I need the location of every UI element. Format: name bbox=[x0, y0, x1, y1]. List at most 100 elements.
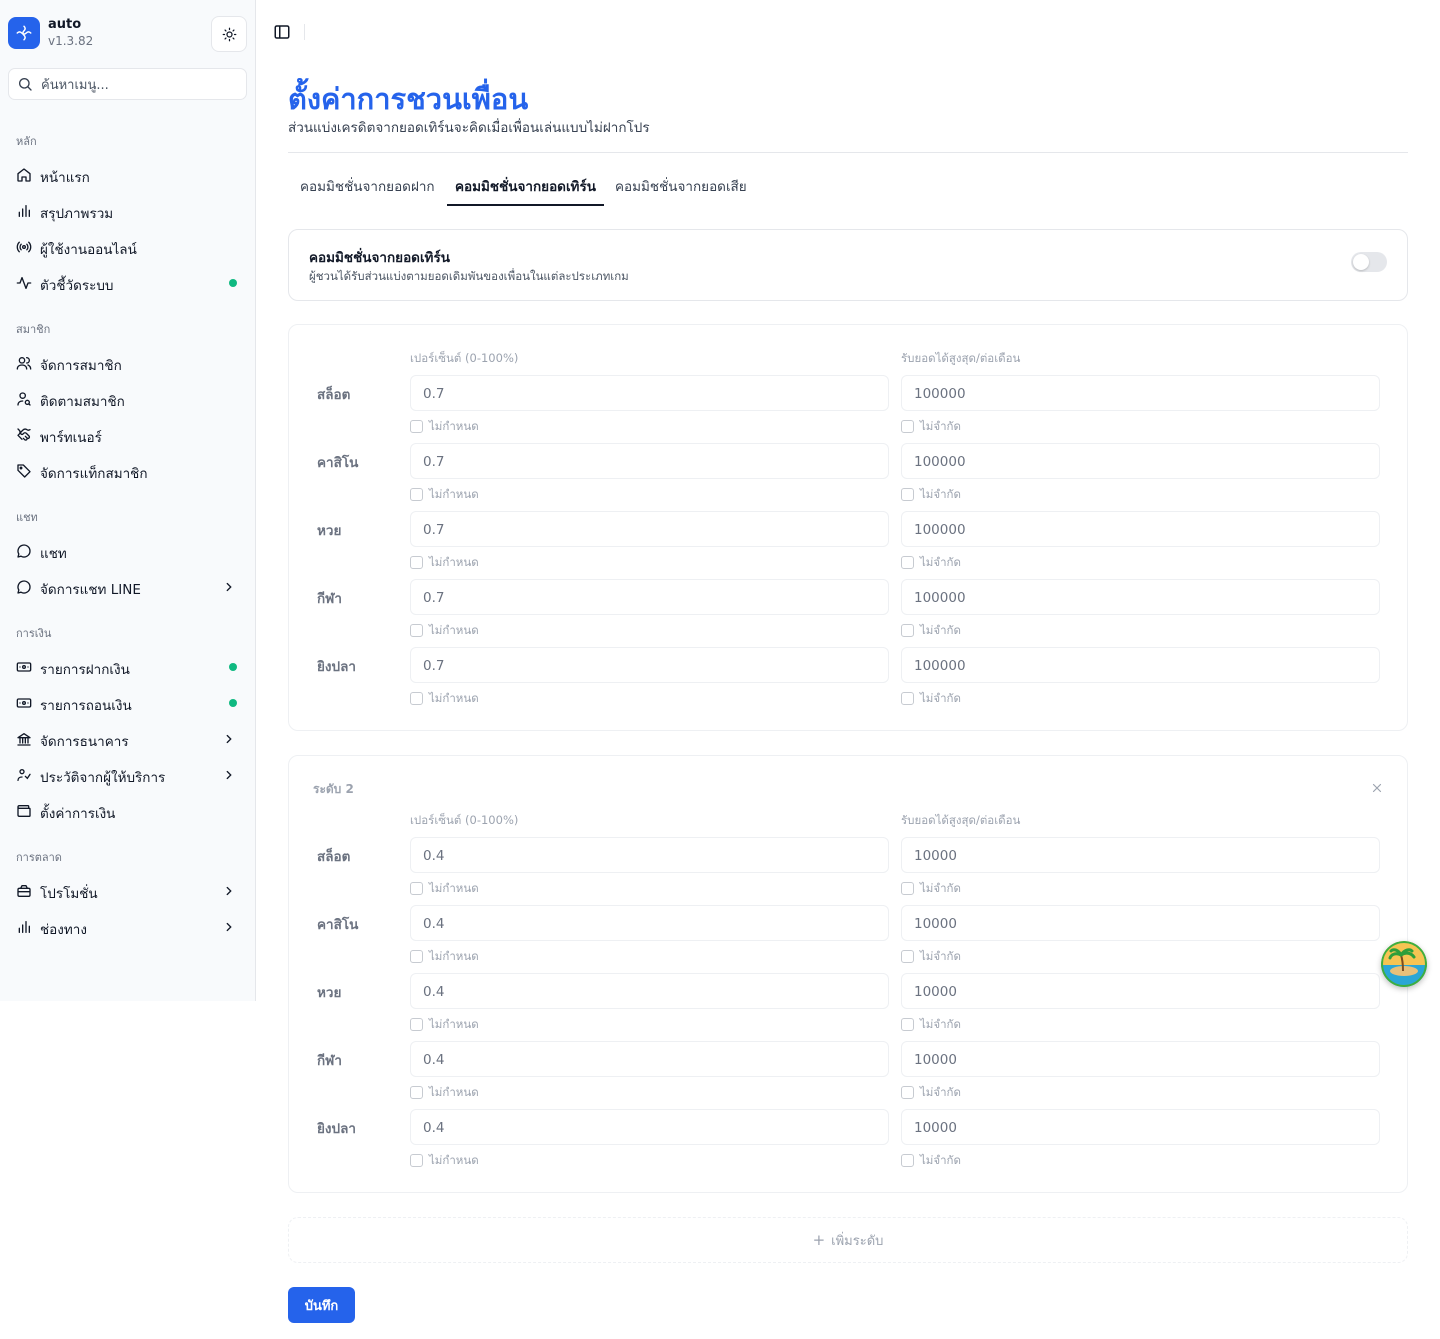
unlimited-label: ไม่จำกัด bbox=[920, 1085, 961, 1099]
game-label-sports: กีฬา bbox=[317, 1053, 342, 1069]
unlimited-checkbox[interactable] bbox=[901, 950, 914, 963]
unset-percent-checkbox[interactable] bbox=[410, 488, 423, 501]
percent-input[interactable] bbox=[423, 452, 863, 472]
percent-input[interactable] bbox=[423, 982, 863, 1002]
sidebar-item-channels[interactable]: ช่องทาง bbox=[8, 911, 248, 943]
max-field bbox=[901, 647, 1380, 683]
menu-search bbox=[8, 68, 247, 100]
unlimited-checkbox[interactable] bbox=[901, 488, 914, 501]
max-input[interactable] bbox=[914, 1118, 1354, 1138]
sun-icon bbox=[222, 27, 236, 41]
sidebar-item-label: หน้าแรก bbox=[40, 170, 90, 186]
max-field bbox=[901, 1041, 1380, 1077]
commission-enable-switch[interactable] bbox=[1351, 252, 1387, 272]
add-level-button[interactable]: + เพิ่มระดับ bbox=[288, 1217, 1408, 1263]
sidebar-item-promotions[interactable]: โปรโมชั่น bbox=[8, 875, 248, 907]
max-input[interactable] bbox=[914, 1050, 1354, 1070]
game-label-sports: กีฬา bbox=[317, 591, 342, 607]
sidebar-item-home[interactable]: หน้าแรก bbox=[8, 159, 248, 191]
max-input[interactable] bbox=[914, 846, 1354, 866]
tab-deposit-commission[interactable]: คอมมิชชั่นจากยอดฝาก bbox=[292, 176, 443, 206]
max-input[interactable] bbox=[914, 588, 1354, 608]
toggle-card-title: คอมมิชชั่นจากยอดเทิร์น bbox=[309, 250, 450, 266]
percent-field bbox=[410, 579, 889, 615]
activity-icon bbox=[16, 277, 32, 289]
unlimited-checkbox[interactable] bbox=[901, 1086, 914, 1099]
max-input[interactable] bbox=[914, 914, 1354, 934]
unset-percent-checkbox[interactable] bbox=[410, 1018, 423, 1031]
max-input[interactable] bbox=[914, 384, 1354, 404]
sidebar-item-overview[interactable]: สรุปภาพรวม bbox=[8, 195, 248, 227]
topbar-divider bbox=[304, 24, 305, 40]
percent-input[interactable] bbox=[423, 914, 863, 934]
percent-input[interactable] bbox=[423, 656, 863, 676]
chat-icon bbox=[17, 544, 31, 558]
game-label-casino: คาสิโน bbox=[317, 917, 359, 933]
sidebar-item-withdrawals[interactable]: รายการถอนเงิน bbox=[8, 687, 248, 719]
sidebar-item-label: ติดตามสมาชิก bbox=[40, 394, 125, 410]
unlimited-checkbox[interactable] bbox=[901, 420, 914, 433]
unset-percent-label: ไม่กำหนด bbox=[429, 691, 479, 705]
sidebar-item-deposits[interactable]: รายการฝากเงิน bbox=[8, 651, 248, 683]
unlimited-checkbox[interactable] bbox=[901, 692, 914, 705]
percent-input[interactable] bbox=[423, 384, 863, 404]
sidebar-item-track-members[interactable]: ติดตามสมาชิก bbox=[8, 383, 248, 415]
tab-loss-commission[interactable]: คอมมิชชั่นจากยอดเสีย bbox=[607, 176, 755, 206]
sidebar-item-manage-members[interactable]: จัดการสมาชิก bbox=[8, 347, 248, 379]
unset-percent-checkbox[interactable] bbox=[410, 624, 423, 637]
sidebar-item-partner[interactable]: พาร์ทเนอร์ bbox=[8, 419, 248, 451]
percent-input[interactable] bbox=[423, 1050, 863, 1070]
tab-turnover-commission[interactable]: คอมมิชชั่นจากยอดเทิร์น bbox=[447, 176, 604, 206]
sidebar-item-system-metrics[interactable]: ตัวชี้วัดระบบ bbox=[8, 267, 248, 299]
sidebar-item-provider-history[interactable]: ประวัติจากผู้ให้บริการ bbox=[8, 759, 248, 791]
percent-column-label: เปอร์เซ็นต์ (0-100%) bbox=[410, 351, 519, 365]
percent-input[interactable] bbox=[423, 588, 863, 608]
unlimited-checkbox[interactable] bbox=[901, 882, 914, 895]
floating-chat-badge[interactable] bbox=[1381, 941, 1427, 987]
save-button[interactable]: บันทึก bbox=[288, 1287, 355, 1323]
sidebar-item-finance-settings[interactable]: ตั้งค่าการเงิน bbox=[8, 795, 248, 827]
sidebar-item-label: รายการถอนเงิน bbox=[40, 698, 132, 714]
unset-percent-checkbox[interactable] bbox=[410, 882, 423, 895]
percent-input[interactable] bbox=[423, 1118, 863, 1138]
max-input[interactable] bbox=[914, 982, 1354, 1002]
unlimited-checkbox[interactable] bbox=[901, 624, 914, 637]
unlimited-checkbox[interactable] bbox=[901, 556, 914, 569]
chevron-right-icon bbox=[226, 582, 232, 592]
remove-level-button[interactable] bbox=[1369, 780, 1385, 796]
unset-percent-checkbox[interactable] bbox=[410, 556, 423, 569]
unset-percent-checkbox[interactable] bbox=[410, 1154, 423, 1167]
sidebar-item-banks[interactable]: จัดการธนาคาร bbox=[8, 723, 248, 755]
max-input[interactable] bbox=[914, 452, 1354, 472]
unset-percent-checkbox[interactable] bbox=[410, 420, 423, 433]
percent-input[interactable] bbox=[423, 846, 863, 866]
unlimited-checkbox[interactable] bbox=[901, 1018, 914, 1031]
percent-field bbox=[410, 375, 889, 411]
unset-percent-label: ไม่กำหนด bbox=[429, 1017, 479, 1031]
sidebar-item-member-tags[interactable]: จัดการแท็กสมาชิก bbox=[8, 455, 248, 487]
sidebar-item-chat[interactable]: แชท bbox=[8, 535, 248, 567]
unset-percent-checkbox[interactable] bbox=[410, 692, 423, 705]
level-title: ระดับ 2 bbox=[313, 782, 354, 796]
search-input[interactable] bbox=[41, 75, 241, 95]
toggle-sidebar-button[interactable] bbox=[272, 22, 292, 42]
max-input[interactable] bbox=[914, 520, 1354, 540]
sidebar-item-online-users[interactable]: ผู้ใช้งานออนไลน์ bbox=[8, 231, 248, 263]
unlimited-label: ไม่จำกัด bbox=[920, 419, 961, 433]
panel-left-icon bbox=[274, 25, 290, 39]
percent-input[interactable] bbox=[423, 520, 863, 540]
unlimited-checkbox[interactable] bbox=[901, 1154, 914, 1167]
unset-percent-checkbox[interactable] bbox=[410, 1086, 423, 1099]
unlimited-label: ไม่จำกัด bbox=[920, 555, 961, 569]
unset-percent-checkbox[interactable] bbox=[410, 950, 423, 963]
max-input[interactable] bbox=[914, 656, 1354, 676]
status-dot bbox=[229, 279, 237, 287]
game-label-slot: สล็อต bbox=[317, 387, 351, 403]
unset-percent-label: ไม่กำหนด bbox=[429, 949, 479, 963]
sidebar-item-line-chat[interactable]: จัดการแชท LINE bbox=[8, 571, 248, 603]
theme-toggle-button[interactable] bbox=[211, 16, 247, 52]
home-icon bbox=[17, 168, 31, 182]
sidebar-item-label: ช่องทาง bbox=[40, 922, 87, 938]
max-field bbox=[901, 837, 1380, 873]
game-label-fishing: ยิงปลา bbox=[317, 659, 356, 675]
